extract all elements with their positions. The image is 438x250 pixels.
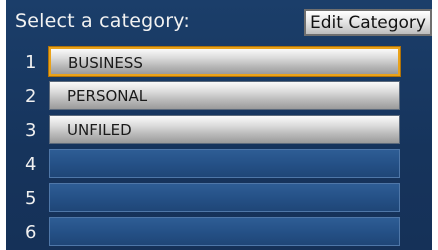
row-number: 5 [25, 188, 37, 209]
page-title: Select a category: [15, 10, 190, 32]
list-item: 3 UNFILED [6, 113, 432, 147]
category-screen: Select a category: Edit Category 1 BUSIN… [6, 0, 432, 250]
category-unfiled-button[interactable]: UNFILED [49, 115, 400, 144]
edit-category-button[interactable]: Edit Category [304, 9, 432, 36]
category-personal-button[interactable]: PERSONAL [49, 81, 400, 110]
row-number: 1 [25, 52, 37, 73]
row-number: 6 [25, 222, 37, 243]
category-label: UNFILED [67, 121, 132, 139]
list-item: 4 [6, 147, 432, 181]
category-label: PERSONAL [67, 87, 148, 105]
list-item: 2 PERSONAL [6, 79, 432, 113]
row-number: 3 [25, 120, 37, 141]
category-label: BUSINESS [68, 54, 143, 72]
empty-category-slot [49, 183, 400, 212]
list-item: 1 BUSINESS [6, 45, 432, 79]
list-item: 5 [6, 181, 432, 215]
list-item: 6 [6, 215, 432, 249]
row-number: 2 [25, 86, 37, 107]
category-business-button[interactable]: BUSINESS [49, 47, 400, 76]
row-number: 4 [25, 154, 37, 175]
empty-category-slot [49, 149, 400, 178]
empty-category-slot [49, 217, 400, 246]
